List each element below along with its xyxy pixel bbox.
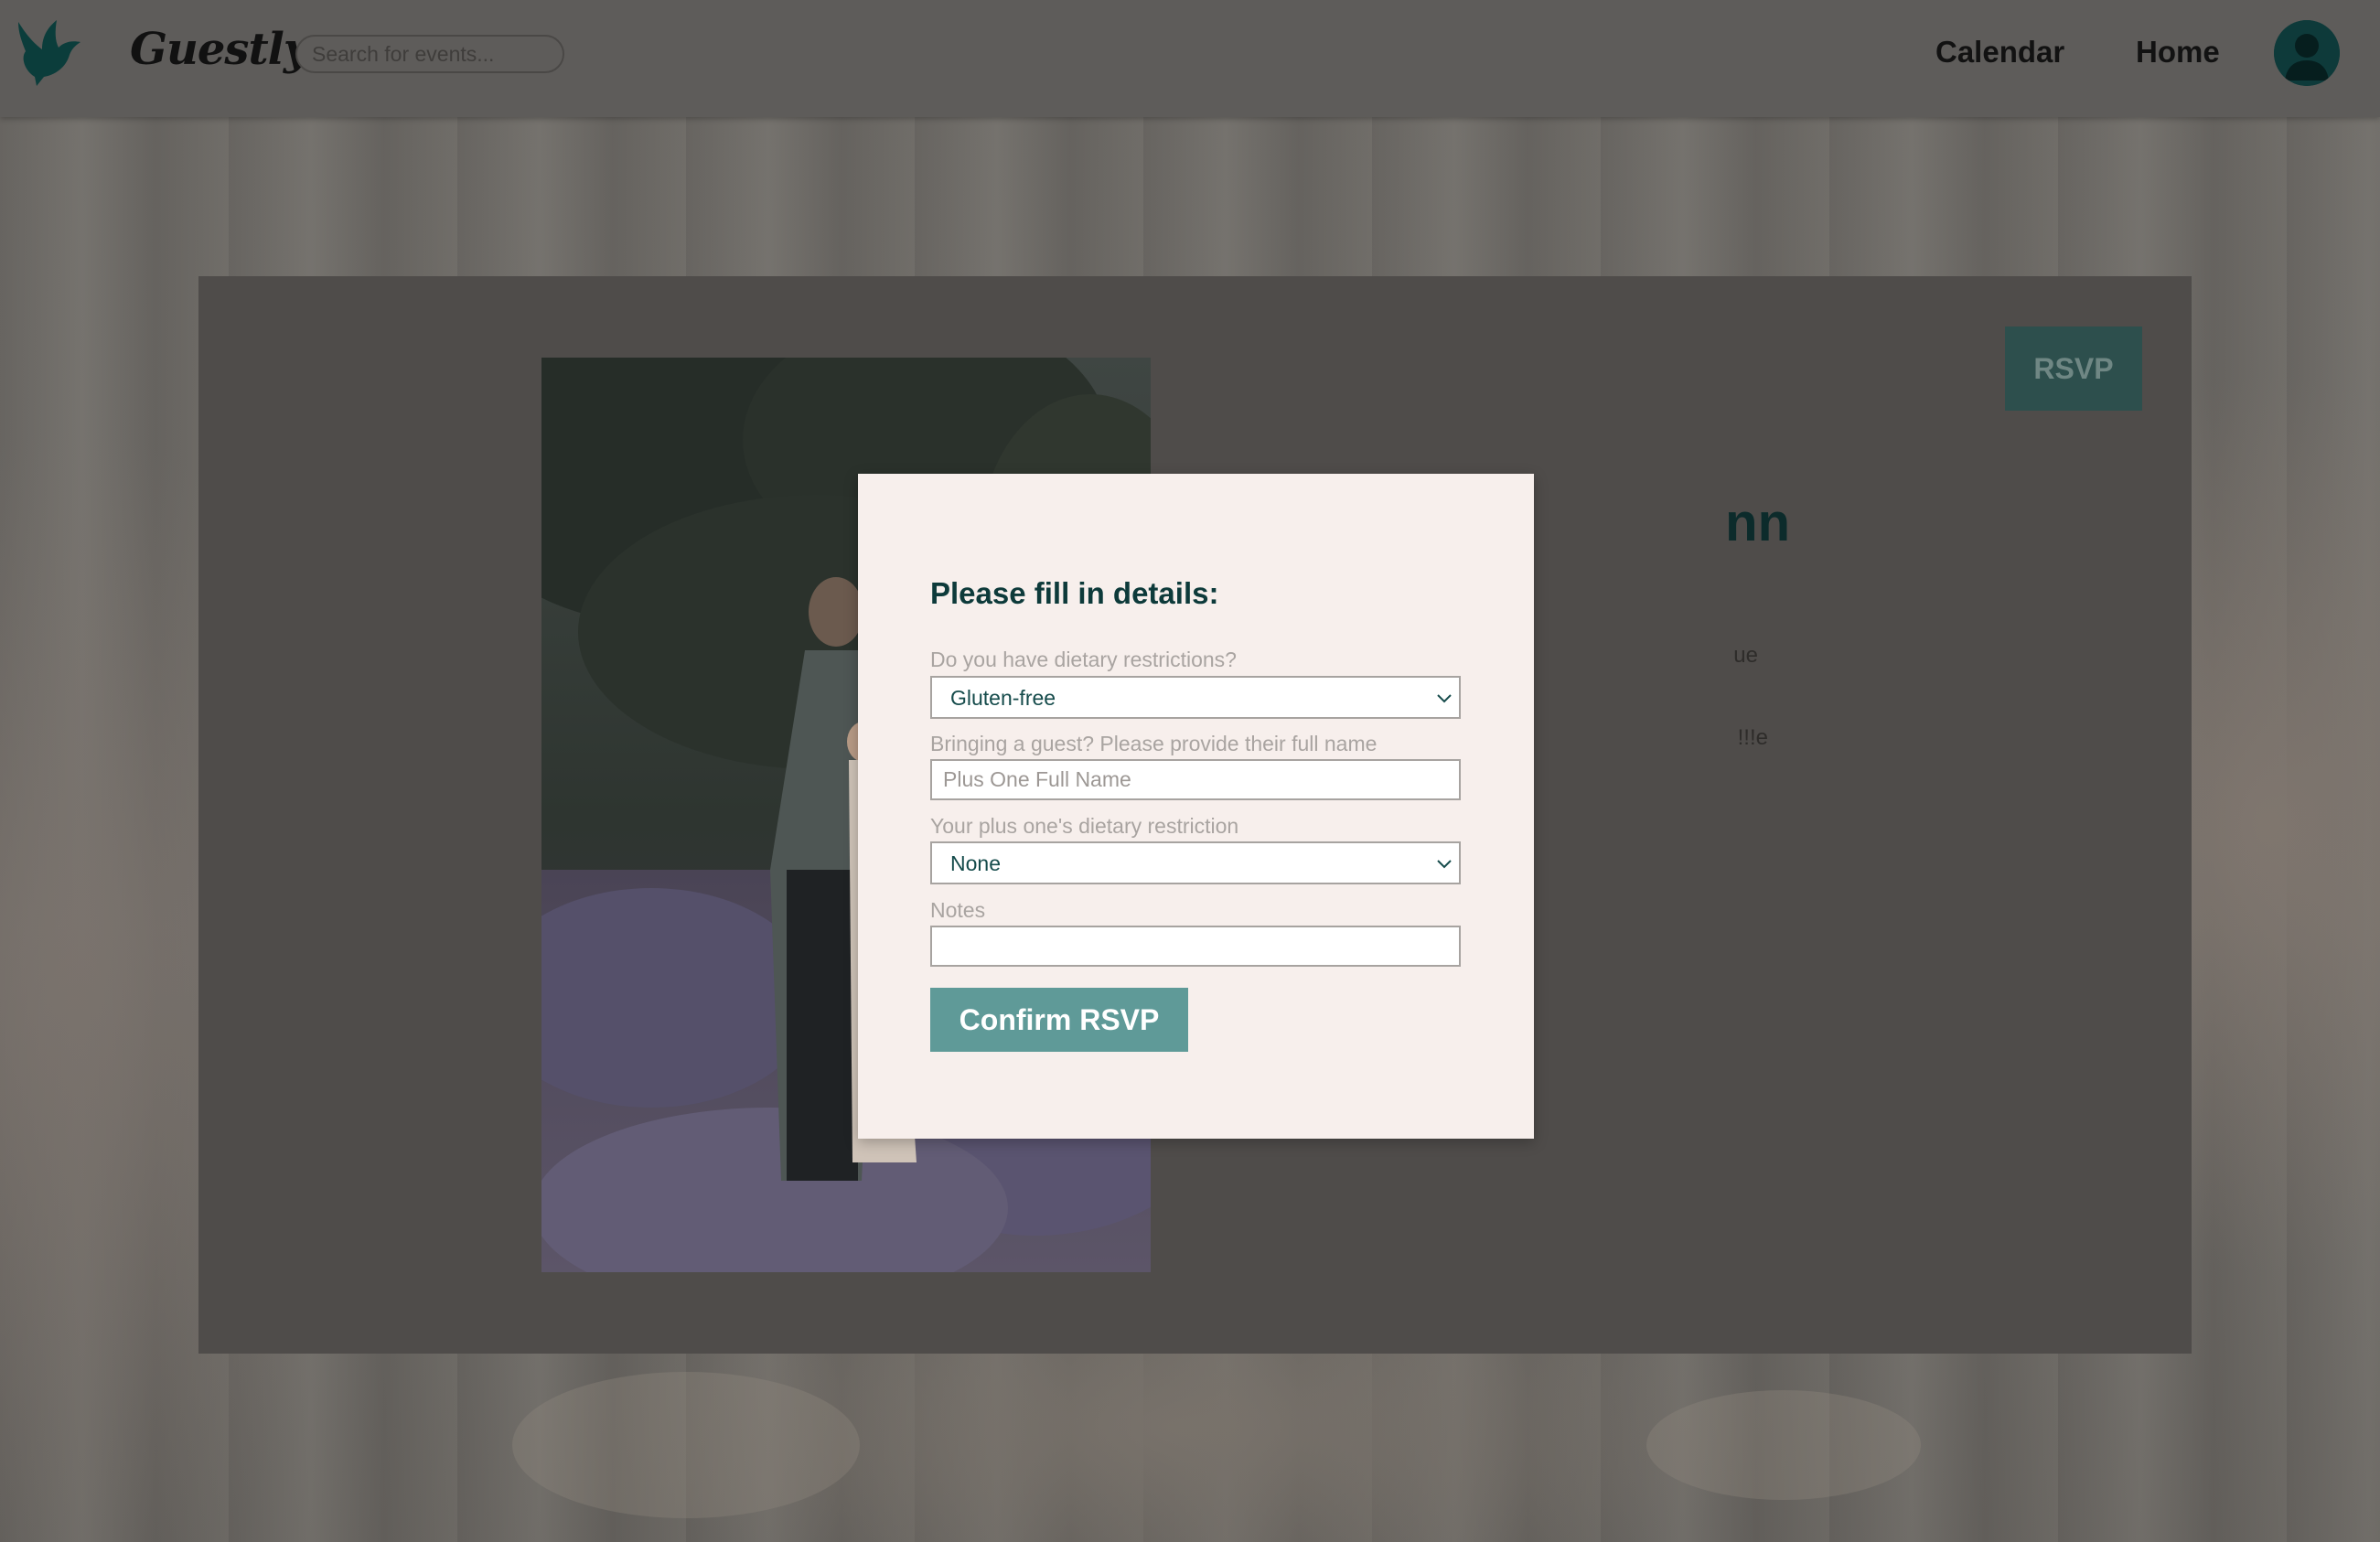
modal-title: Please fill in details: [930,576,1219,610]
guest-name-input[interactable] [930,759,1461,800]
notes-input[interactable] [930,926,1461,967]
rsvp-details-modal: Please fill in details: Do you have diet… [858,474,1534,1139]
plus-one-dietary-select[interactable]: None [930,841,1461,884]
dietary-restrictions-value: Gluten-free [950,686,1056,710]
guest-name-label: Bringing a guest? Please provide their f… [930,732,1378,755]
chevron-down-icon [1435,854,1453,873]
plus-one-dietary-label: Your plus one's dietary restriction [930,814,1239,838]
confirm-rsvp-button[interactable]: Confirm RSVP [930,988,1188,1052]
dietary-restrictions-label: Do you have dietary restrictions? [930,648,1237,671]
notes-label: Notes [930,898,986,922]
chevron-down-icon [1435,689,1453,707]
plus-one-dietary-value: None [950,851,1001,875]
dietary-restrictions-select[interactable]: Gluten-free [930,676,1461,719]
